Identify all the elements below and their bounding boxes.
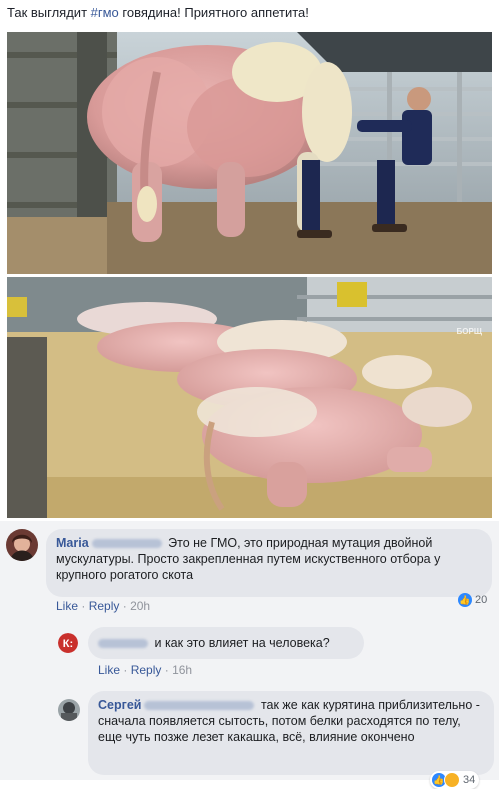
comment-author-1[interactable]: Maria — [56, 536, 89, 550]
like-link-1[interactable]: Like — [56, 599, 78, 613]
post-text: Так выглядит #гмо говядина! Приятного ап… — [7, 4, 492, 21]
post-text-after: говядина! Приятного аппетита! — [118, 5, 309, 20]
comment-time-2: 16h — [172, 663, 193, 677]
comment-author-3[interactable]: Сергей — [98, 698, 141, 712]
reaction-count-1[interactable]: 👍 20 — [458, 593, 487, 607]
reply-link-2[interactable]: Reply — [131, 663, 162, 677]
thumbs-up-icon: 👍 — [458, 593, 472, 607]
comments-section: Maria Это не ГМО, это природная мутация … — [0, 521, 499, 789]
reaction-number-1: 20 — [475, 594, 488, 606]
post-text-before: Так выглядит — [7, 5, 91, 20]
avatar-sergey[interactable] — [58, 699, 80, 721]
comment-text-2: и как это влияет на человека? — [154, 636, 330, 650]
comment-bubble-1: Maria Это не ГМО, это природная мутация … — [46, 529, 492, 597]
reaction-count-3[interactable]: 👍 34 — [430, 771, 480, 789]
haha-icon — [444, 772, 460, 788]
reply-link-1[interactable]: Reply — [89, 599, 120, 613]
comment-bubble-3: Сергей так же как курятина приблизительн… — [88, 691, 494, 775]
reaction-number-3: 34 — [463, 774, 476, 786]
photo-watermark: БОРЩ — [456, 327, 482, 336]
comment-actions-1: Like · Reply · 20h — [56, 599, 151, 613]
post-photo-bottom[interactable]: БОРЩ — [7, 277, 492, 518]
comment-bubble-2: и как это влияет на человека? — [88, 627, 364, 659]
avatar-k[interactable]: К: — [58, 633, 78, 653]
comment-time-1: 20h — [130, 599, 151, 613]
blurred-surname-3 — [144, 701, 255, 711]
comment-actions-2: Like · Reply · 16h — [98, 663, 193, 677]
avatar-maria[interactable] — [6, 529, 38, 561]
comment-text-3a: так же как курятина — [260, 698, 375, 712]
like-link-2[interactable]: Like — [98, 663, 120, 677]
blurred-surname — [91, 539, 162, 549]
blurred-author — [98, 639, 148, 649]
post-photo-top[interactable] — [7, 32, 492, 274]
svg-text:К:: К: — [63, 638, 73, 650]
hashtag-link[interactable]: #гмо — [91, 5, 119, 20]
